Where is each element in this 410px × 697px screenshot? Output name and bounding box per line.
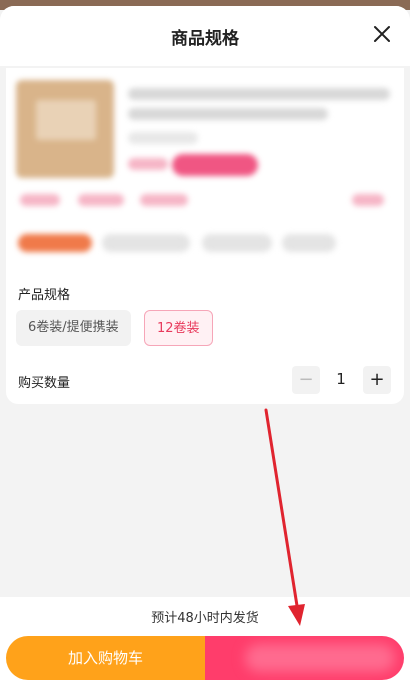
product-thumbnail xyxy=(16,80,114,178)
quantity-increment-button[interactable]: + xyxy=(363,366,391,394)
quantity-value[interactable]: 1 xyxy=(327,370,355,388)
spec-card: 产品规格 6卷装/提便携装 12卷装 购买数量 − 1 + xyxy=(6,274,404,404)
spec-section-label: 产品规格 xyxy=(18,288,71,303)
spec-option-12-rolls[interactable]: 12卷装 xyxy=(144,310,213,346)
action-footer: 预计48小时内发货 加入购物车 xyxy=(0,597,410,697)
close-icon[interactable] xyxy=(370,22,394,46)
quantity-decrement-button[interactable]: − xyxy=(292,366,320,394)
product-summary-blurred xyxy=(6,68,404,274)
spec-option-6-rolls[interactable]: 6卷装/提便携装 xyxy=(16,310,131,346)
sheet-title: 商品规格 xyxy=(171,29,239,49)
sheet-header: 商品规格 xyxy=(0,6,410,66)
spec-sheet: 商品规格 产品规格 6卷装/提便携装 12卷装 购买数量 − 1 + xyxy=(0,6,410,697)
shipping-note: 预计48小时内发货 xyxy=(151,611,259,626)
add-to-cart-button[interactable]: 加入购物车 xyxy=(6,636,205,680)
buy-now-button-obscured[interactable] xyxy=(205,636,404,680)
quantity-label: 购买数量 xyxy=(18,376,71,391)
